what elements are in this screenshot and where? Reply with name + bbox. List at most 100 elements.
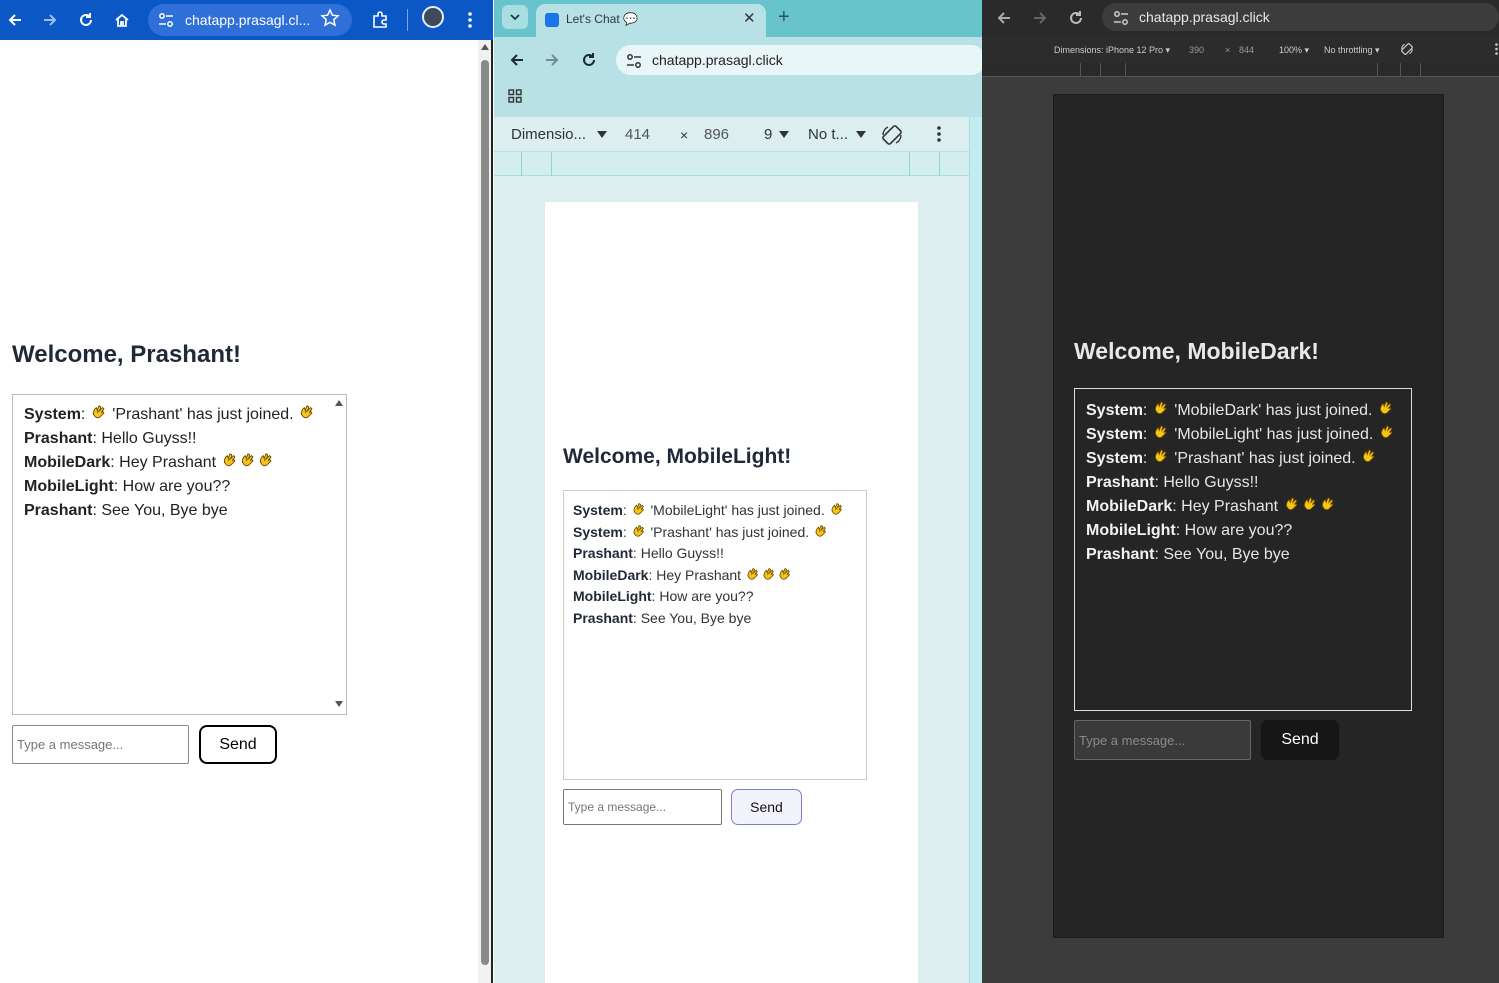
times-icon: ×	[1225, 45, 1231, 55]
extensions-icon[interactable]	[366, 6, 394, 34]
message-author: Prashant	[573, 609, 633, 626]
clapping-hands-icon	[239, 452, 257, 470]
clapping-hands-icon	[829, 502, 845, 518]
throttle-select[interactable]: No throttling ▾	[1324, 45, 1380, 56]
clapping-hands-icon	[90, 404, 108, 422]
send-button[interactable]: Send	[199, 725, 277, 764]
message-text: Hey Prashant	[119, 454, 221, 471]
forward-icon[interactable]	[540, 48, 564, 72]
chat-message: System: 'Prashant' has just joined.	[1086, 447, 1411, 471]
throttle-dropdown-icon[interactable]	[856, 131, 866, 138]
reload-icon[interactable]	[577, 48, 601, 72]
profile-avatar[interactable]	[422, 6, 444, 28]
scroll-up-arrow[interactable]	[481, 44, 489, 50]
scroll-thumb[interactable]	[481, 60, 489, 965]
dimensions-select[interactable]: Dimensions: iPhone 12 Pro ▾	[1054, 45, 1170, 56]
message-input[interactable]	[563, 789, 722, 825]
message-text: See You, Bye bye	[1163, 546, 1290, 563]
chat-message: MobileLight: How are you??	[573, 586, 866, 608]
times-icon: ×	[680, 127, 689, 143]
message-text: Hey Prashant	[1181, 498, 1283, 515]
address-bar[interactable]: chatapp.prasagl.click	[1102, 3, 1499, 31]
message-input-field[interactable]	[564, 790, 721, 824]
clapping-hands-icon	[813, 524, 829, 540]
message-author: Prashant	[573, 545, 633, 562]
device-toolbar: Dimensions: iPhone 12 Pro ▾ 390 × 844 10…	[982, 36, 1499, 63]
author-separator: :	[622, 502, 631, 518]
forward-icon[interactable]	[36, 6, 64, 34]
address-bar[interactable]: chatapp.prasagl.click	[616, 45, 982, 75]
message-author: System	[24, 406, 81, 423]
author-separator: :	[1142, 402, 1152, 419]
zoom-dropdown-icon[interactable]	[779, 131, 789, 138]
message-text: How are you??	[659, 588, 754, 605]
menu-icon[interactable]	[456, 6, 484, 34]
new-tab-icon[interactable]: +	[778, 6, 790, 29]
home-icon[interactable]	[108, 6, 136, 34]
welcome-heading: Welcome, MobileLight!	[563, 445, 792, 468]
message-text: 'Prashant' has just joined.	[1169, 450, 1361, 467]
device-viewport: Welcome, MobileLight! System: 'MobileLig…	[545, 202, 918, 983]
zoom-select[interactable]: 9	[764, 126, 772, 143]
author-separator: :	[632, 609, 641, 626]
tune-icon[interactable]	[1112, 9, 1130, 27]
scroll-up-icon[interactable]	[334, 399, 344, 407]
zoom-select[interactable]: 100% ▾	[1279, 45, 1309, 56]
width-field[interactable]: 414	[625, 126, 650, 143]
author-separator: :	[1142, 426, 1152, 443]
message-author: MobileDark	[573, 566, 649, 583]
back-icon[interactable]	[505, 48, 529, 72]
close-tab-icon[interactable]: ✕	[743, 9, 756, 27]
chat-message: Prashant: See You, Bye bye	[573, 608, 866, 630]
message-input[interactable]	[12, 725, 189, 764]
tune-icon[interactable]	[157, 11, 175, 29]
tune-icon[interactable]	[625, 52, 643, 70]
chat-box[interactable]: System: 'MobileLight' has just joined. S…	[563, 490, 867, 780]
message-input-field[interactable]	[13, 726, 188, 763]
throttle-select[interactable]: No t...	[808, 126, 848, 143]
send-button[interactable]: Send	[731, 789, 802, 825]
send-button[interactable]: Send	[1261, 720, 1339, 760]
clapping-hands-icon	[777, 567, 793, 583]
device-menu-icon[interactable]	[937, 126, 941, 142]
browser-window-left: chatapp.prasagl.cl... Welcome, Prashant!…	[0, 0, 493, 983]
tab-search-icon[interactable]	[502, 5, 528, 29]
chat-message: System: 'MobileLight' has just joined.	[573, 500, 866, 522]
message-text: Hello Guyss!!	[101, 430, 197, 447]
reload-icon[interactable]	[1064, 6, 1088, 30]
rotate-icon[interactable]	[1400, 42, 1414, 56]
forward-icon[interactable]	[1028, 6, 1052, 30]
tab-lets-chat[interactable]: Let's Chat 💬 ✕	[536, 4, 766, 37]
message-author: Prashant	[1086, 546, 1155, 563]
waving-hand-icon	[1319, 496, 1337, 514]
message-author: System	[1086, 450, 1143, 467]
chat-message: Prashant: Hello Guyss!!	[573, 543, 866, 565]
message-input-field[interactable]	[1075, 721, 1250, 759]
height-field[interactable]: 844	[1239, 45, 1254, 55]
chat-box[interactable]: System: 'Prashant' has just joined. Pras…	[12, 394, 347, 715]
devtools-panel-edge	[969, 117, 982, 983]
scroll-down-icon[interactable]	[334, 700, 344, 708]
apps-icon[interactable]	[503, 84, 527, 108]
width-field[interactable]: 390	[1189, 45, 1204, 55]
chat-message: Prashant: See You, Bye bye	[1086, 543, 1411, 567]
back-icon[interactable]	[1, 6, 29, 34]
chat-message: MobileDark: Hey Prashant	[1086, 495, 1411, 519]
dimensions-dropdown-icon[interactable]	[597, 131, 607, 138]
message-input[interactable]	[1074, 720, 1251, 760]
browser-window-middle: Let's Chat 💬 ✕ + chatapp.prasagl.click D…	[494, 0, 982, 983]
browser-toolbar: chatapp.prasagl.click	[494, 37, 982, 117]
star-icon[interactable]	[320, 8, 340, 28]
toolbar-separator	[407, 9, 408, 31]
height-field[interactable]: 896	[704, 126, 729, 143]
rotate-icon[interactable]	[880, 123, 904, 147]
chat-message: System: 'MobileLight' has just joined.	[1086, 423, 1411, 447]
reload-icon[interactable]	[72, 6, 100, 34]
waving-hand-icon	[1152, 424, 1170, 442]
dimensions-select[interactable]: Dimensio...	[511, 126, 586, 143]
device-menu-icon[interactable]	[1495, 43, 1498, 55]
back-icon[interactable]	[992, 6, 1016, 30]
chat-box[interactable]: System: 'MobileDark' has just joined. Sy…	[1074, 388, 1412, 711]
welcome-heading: Welcome, Prashant!	[12, 341, 241, 368]
message-text: 'Prashant' has just joined.	[646, 523, 814, 540]
